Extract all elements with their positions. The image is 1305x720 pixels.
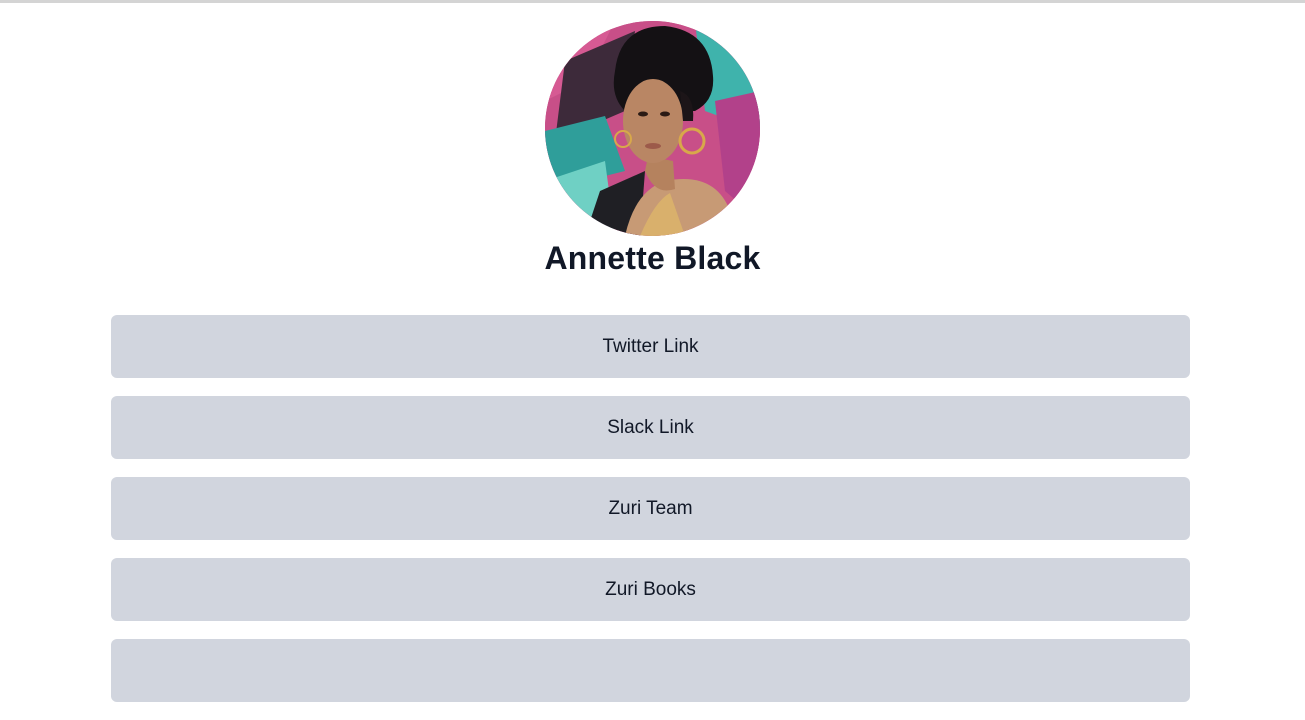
zuri-team-button[interactable]: Zuri Team	[111, 477, 1190, 540]
partial-link-button[interactable]	[111, 639, 1190, 702]
twitter-link-button[interactable]: Twitter Link	[111, 315, 1190, 378]
profile-name: Annette Black	[544, 240, 761, 276]
zuri-books-button[interactable]: Zuri Books	[111, 558, 1190, 621]
slack-link-button[interactable]: Slack Link	[111, 396, 1190, 459]
links-list: Twitter Link Slack Link Zuri Team Zuri B…	[111, 315, 1190, 720]
profile-avatar	[545, 21, 760, 236]
browser-top-border	[0, 0, 1305, 3]
profile-photo-icon	[545, 21, 760, 236]
profile-header: Annette Black	[0, 21, 1305, 277]
